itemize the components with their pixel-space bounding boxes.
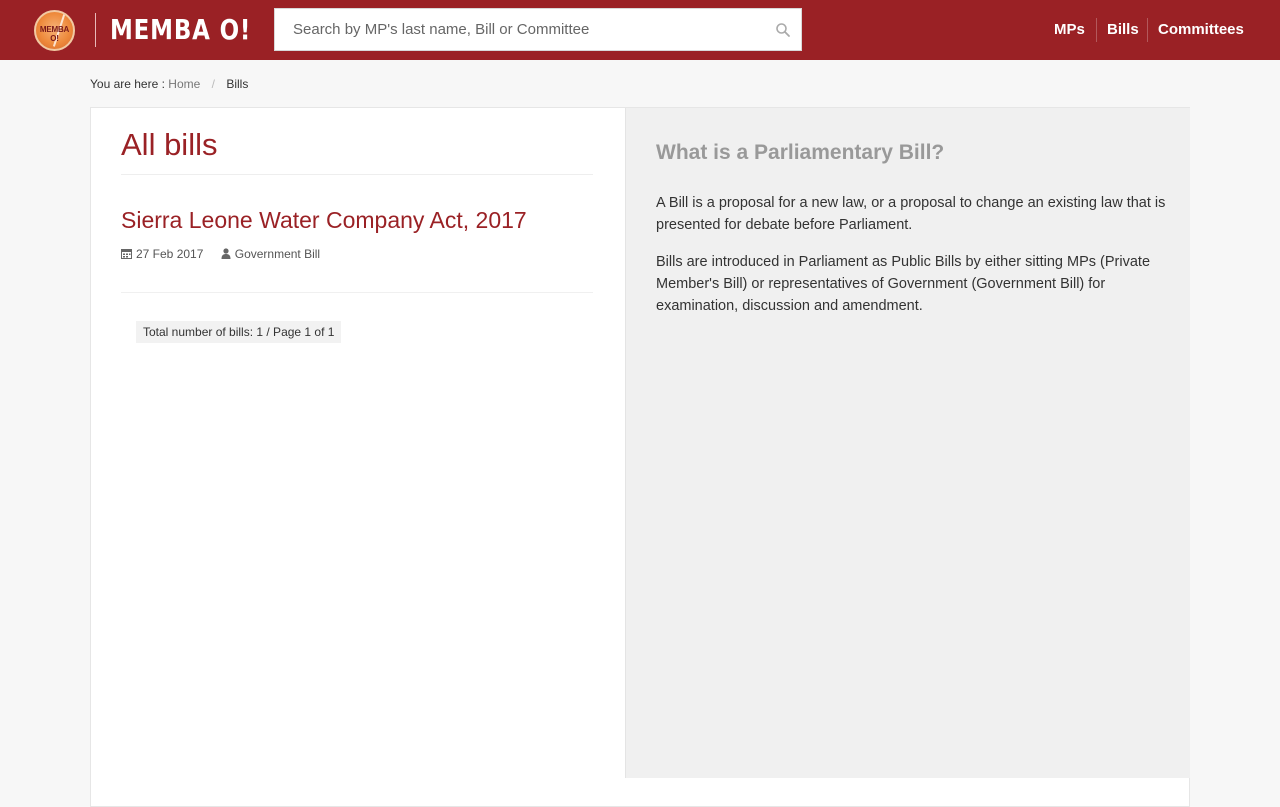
bill-type: Government Bill [221, 247, 320, 261]
top-navbar: MEMBA O! MEMBA O! MPs Bills Committees [0, 0, 1280, 60]
bill-meta: 27 Feb 2017 Government Bill [121, 247, 334, 261]
logo-badge[interactable]: MEMBA O! [34, 10, 75, 51]
content-panel: All bills Sierra Leone Water Company Act… [90, 107, 1190, 807]
nav-committees[interactable]: Committees [1158, 21, 1244, 38]
breadcrumb-divider: / [211, 77, 215, 91]
bills-list-column: All bills Sierra Leone Water Company Act… [91, 108, 625, 806]
info-paragraph-2: Bills are introduced in Parliament as Pu… [656, 254, 1151, 314]
bill-type-text: Government Bill [234, 247, 321, 261]
breadcrumb: You are here : Home / Bills [90, 77, 248, 91]
search-input[interactable] [275, 9, 765, 50]
info-sidebar: What is a Parliamentary Bill? A Bill is … [625, 108, 1190, 778]
breadcrumb-prefix: You are here : [90, 77, 165, 91]
logo-badge-text: MEMBA O! [39, 25, 70, 43]
nav-mps[interactable]: MPs [1054, 21, 1085, 38]
bill-date-text: 27 Feb 2017 [136, 247, 204, 261]
nav-bills[interactable]: Bills [1107, 21, 1139, 38]
search-box [274, 8, 802, 51]
page-title: All bills [121, 127, 218, 162]
nav-divider [1096, 18, 1097, 42]
list-divider [121, 292, 593, 293]
bill-title-link[interactable]: Sierra Leone Water Company Act, 2017 [121, 207, 527, 234]
search-icon[interactable] [775, 22, 791, 38]
user-icon [221, 248, 231, 259]
title-divider [121, 174, 593, 175]
breadcrumb-home-link[interactable]: Home [168, 77, 200, 91]
calendar-icon [121, 249, 132, 259]
info-paragraph-1: A Bill is a proposal for a new law, or a… [656, 195, 1166, 233]
logo-divider [95, 13, 96, 47]
breadcrumb-current: Bills [226, 77, 249, 91]
brand-name[interactable]: MEMBA O! [110, 12, 251, 48]
bill-date: 27 Feb 2017 [121, 247, 203, 261]
pagination-summary: Total number of bills: 1 / Page 1 of 1 [136, 321, 342, 343]
info-title: What is a Parliamentary Bill? [656, 141, 945, 164]
nav-divider [1147, 18, 1148, 42]
